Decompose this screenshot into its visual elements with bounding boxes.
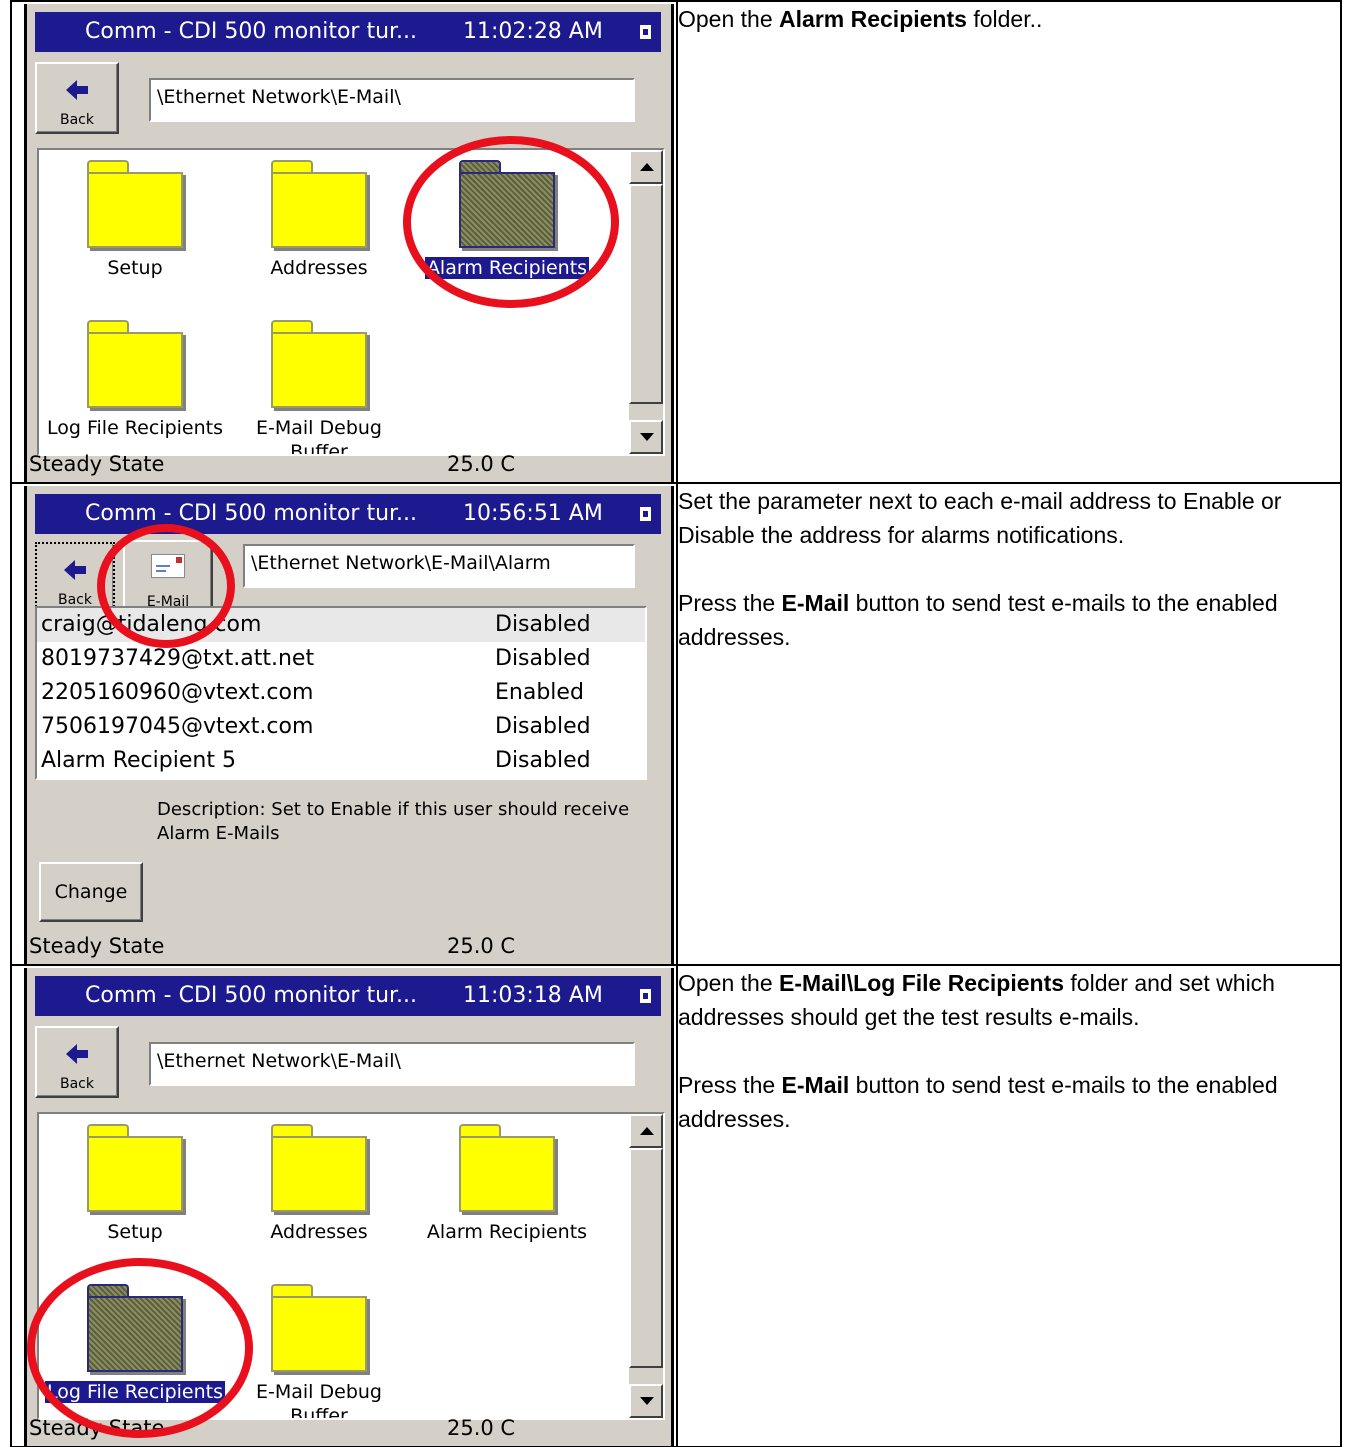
recipient-status: Disabled: [495, 714, 591, 739]
folder-icon: [87, 1124, 183, 1212]
folder-setup[interactable]: Setup: [45, 1118, 225, 1258]
scroll-thumb[interactable]: [629, 184, 663, 404]
temperature: 25.0 C: [447, 934, 516, 958]
back-button[interactable]: Back: [35, 1026, 119, 1098]
folder-label: Addresses: [270, 1221, 368, 1243]
recipient-address: 2205160960@vtext.com: [41, 680, 314, 705]
folder-icon: [271, 320, 367, 408]
instruction-text: Press the E-Mail button to send test e-m…: [678, 1072, 1278, 1132]
folder-log-file-recipients[interactable]: Log File Recipients: [45, 314, 225, 454]
instruction-cell: Open the E-Mail\Log File Recipients fold…: [676, 964, 1342, 1447]
screenshot-cell: Comm - CDI 500 monitor tur... 11:03:18 A…: [10, 964, 678, 1447]
path-field[interactable]: \Ethernet Network\E-Mail\: [149, 1042, 635, 1086]
list-item[interactable]: 2205160960@vtext.com Enabled: [37, 676, 645, 710]
folder-email-debug-buffer[interactable]: E-Mail Debug Buffer: [229, 314, 409, 454]
back-arrow-icon: [66, 80, 88, 100]
clock: 10:56:51 AM: [463, 501, 603, 526]
folder-icon: [271, 1124, 367, 1212]
folder-icon: [271, 1284, 367, 1372]
menu-icon[interactable]: [640, 989, 651, 1003]
folder-addresses[interactable]: Addresses: [229, 154, 409, 294]
folder-email-debug-buffer[interactable]: E-Mail Debug Buffer: [229, 1278, 409, 1418]
description-text: Description: Set to Enable if this user …: [157, 799, 630, 844]
scroll-thumb[interactable]: [629, 1148, 663, 1368]
recipient-address: Alarm Recipient 5: [41, 748, 236, 773]
step-row-2: Comm - CDI 500 monitor tur... 10:56:51 A…: [10, 482, 1342, 966]
back-label: Back: [60, 112, 94, 128]
clock: 11:02:28 AM: [463, 19, 603, 44]
list-item[interactable]: 8019737429@txt.att.net Disabled: [37, 642, 645, 676]
highlight-circle: [403, 136, 619, 308]
instruction-text: Press the E-Mail button to send test e-m…: [678, 590, 1278, 650]
folder-icon: [459, 1124, 555, 1212]
folder-label: Alarm Recipients: [426, 1221, 588, 1243]
device-screen: Comm - CDI 500 monitor tur... 11:03:18 A…: [24, 968, 674, 1446]
scroll-down-button[interactable]: [629, 1384, 663, 1418]
status-bar: Steady State 25.0 C: [29, 932, 669, 962]
change-button[interactable]: Change: [39, 862, 143, 922]
up-arrow-icon: [640, 163, 654, 171]
screenshot-cell: Comm - CDI 500 monitor tur... 10:56:51 A…: [10, 482, 678, 966]
instruction-cell: Open the Alarm Recipients folder..: [676, 0, 1342, 484]
menu-icon[interactable]: [640, 25, 651, 39]
window-title: Comm - CDI 500 monitor tur...: [85, 501, 418, 526]
folder-icon: [271, 160, 367, 248]
status-text: Steady State: [29, 934, 165, 958]
highlight-circle: [97, 524, 235, 648]
path-field[interactable]: \Ethernet Network\E-Mail\: [149, 78, 635, 122]
title-bar: Comm - CDI 500 monitor tur... 11:02:28 A…: [35, 12, 661, 52]
title-bar: Comm - CDI 500 monitor tur... 10:56:51 A…: [35, 494, 661, 534]
folder-label: Log File Recipients: [47, 417, 223, 439]
vertical-scrollbar[interactable]: [629, 150, 663, 454]
menu-icon[interactable]: [640, 507, 651, 521]
instruction-text: Open the Alarm Recipients folder..: [678, 6, 1043, 32]
status-text: Steady State: [29, 452, 165, 476]
temperature: 25.0 C: [447, 1416, 516, 1440]
folder-icon: [87, 320, 183, 408]
folder-label: Setup: [107, 257, 163, 279]
instruction-text: Set the parameter next to each e-mail ad…: [678, 488, 1282, 548]
back-arrow-icon: [64, 560, 86, 580]
scroll-up-button[interactable]: [629, 1114, 663, 1148]
device-screen: Comm - CDI 500 monitor tur... 10:56:51 A…: [24, 486, 674, 964]
status-bar: Steady State 25.0 C: [29, 450, 669, 480]
down-arrow-icon: [640, 433, 654, 441]
highlight-circle: [27, 1258, 253, 1438]
up-arrow-icon: [640, 1127, 654, 1135]
instruction-text: Open the E-Mail\Log File Recipients fold…: [678, 970, 1275, 1030]
temperature: 25.0 C: [447, 452, 516, 476]
folder-addresses[interactable]: Addresses: [229, 1118, 409, 1258]
folder-icon: [87, 160, 183, 248]
folder-label: Addresses: [270, 257, 368, 279]
down-arrow-icon: [640, 1397, 654, 1405]
step-row-3: Comm - CDI 500 monitor tur... 11:03:18 A…: [10, 964, 1342, 1447]
folder-label: Setup: [107, 1221, 163, 1243]
path-field[interactable]: \Ethernet Network\E-Mail\Alarm: [243, 544, 635, 588]
list-item[interactable]: Alarm Recipient 5 Disabled: [37, 744, 645, 778]
list-item[interactable]: 7506197045@vtext.com Disabled: [37, 710, 645, 744]
back-arrow-icon: [66, 1044, 88, 1064]
clock: 11:03:18 AM: [463, 983, 603, 1008]
window-title: Comm - CDI 500 monitor tur...: [85, 983, 418, 1008]
folder-setup[interactable]: Setup: [45, 154, 225, 294]
back-button[interactable]: Back: [35, 62, 119, 134]
recipient-status: Enabled: [495, 680, 584, 705]
recipient-status: Disabled: [495, 612, 591, 637]
instruction-table: Comm - CDI 500 monitor tur... 11:02:28 A…: [10, 0, 1342, 1447]
window-title: Comm - CDI 500 monitor tur...: [85, 19, 418, 44]
folder-alarm-recipients[interactable]: Alarm Recipients: [417, 1118, 597, 1258]
recipient-status: Disabled: [495, 748, 591, 773]
screenshot-cell: Comm - CDI 500 monitor tur... 11:02:28 A…: [10, 0, 678, 484]
recipient-address: 7506197045@vtext.com: [41, 714, 314, 739]
back-label: Back: [60, 1076, 94, 1092]
title-bar: Comm - CDI 500 monitor tur... 11:03:18 A…: [35, 976, 661, 1016]
recipient-status: Disabled: [495, 646, 591, 671]
instruction-cell: Set the parameter next to each e-mail ad…: [676, 482, 1342, 966]
vertical-scrollbar[interactable]: [629, 1114, 663, 1418]
device-screen: Comm - CDI 500 monitor tur... 11:02:28 A…: [24, 4, 674, 482]
scroll-down-button[interactable]: [629, 420, 663, 454]
scroll-up-button[interactable]: [629, 150, 663, 184]
step-row-1: Comm - CDI 500 monitor tur... 11:02:28 A…: [10, 0, 1342, 484]
